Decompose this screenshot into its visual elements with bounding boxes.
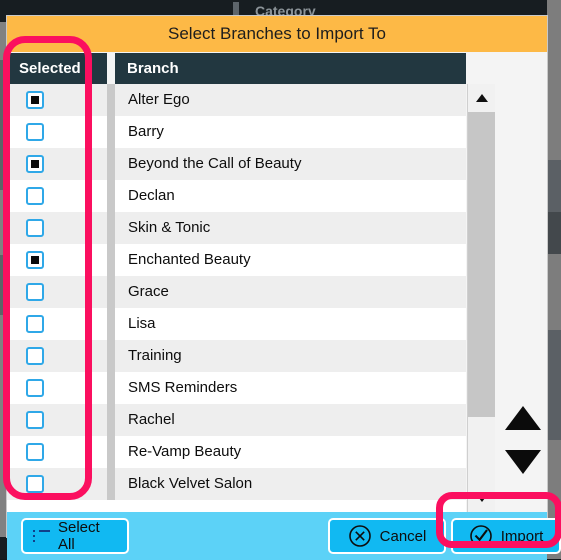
background-left-segment xyxy=(0,60,7,190)
row-divider xyxy=(107,148,115,180)
checkbox-unchecked-icon[interactable] xyxy=(26,315,44,333)
table-row[interactable]: Alter Ego xyxy=(7,84,466,116)
table-row[interactable]: Rachel xyxy=(7,404,466,436)
row-divider xyxy=(107,116,115,148)
table-row[interactable]: Training xyxy=(7,340,466,372)
list-icon xyxy=(33,529,50,543)
vertical-scrollbar[interactable] xyxy=(467,84,495,512)
row-selected-cell[interactable] xyxy=(7,148,107,180)
checkbox-unchecked-icon[interactable] xyxy=(26,187,44,205)
scrollbar-thumb[interactable] xyxy=(468,112,495,418)
checkbox-checked-icon[interactable] xyxy=(26,251,44,269)
select-branches-dialog: Select Branches to Import To Selected Br… xyxy=(7,16,561,560)
row-selected-cell[interactable] xyxy=(7,308,107,340)
row-divider xyxy=(107,180,115,212)
checkbox-unchecked-icon[interactable] xyxy=(26,283,44,301)
checkbox-unchecked-icon[interactable] xyxy=(26,475,44,493)
column-header-branch[interactable]: Branch xyxy=(115,53,466,84)
select-all-label: Select All xyxy=(58,519,100,553)
row-branch-name: Re-Vamp Beauty xyxy=(128,443,242,460)
row-branch-name: Lisa xyxy=(128,315,156,332)
table-row[interactable]: Beyond the Call of Beauty xyxy=(7,148,466,180)
nav-arrow-up-icon xyxy=(505,406,541,430)
background-right-segment xyxy=(547,160,561,212)
triangle-down-icon xyxy=(475,494,488,502)
row-branch-name: Enchanted Beauty xyxy=(128,251,251,268)
circle-x-icon xyxy=(348,525,371,547)
row-selected-cell[interactable] xyxy=(7,212,107,244)
cancel-label: Cancel xyxy=(379,527,427,545)
table-row[interactable]: Enchanted Beauty xyxy=(7,244,466,276)
nav-arrow-down-icon xyxy=(505,450,541,474)
row-selected-cell[interactable] xyxy=(7,372,107,404)
table-row[interactable]: Skin & Tonic xyxy=(7,212,466,244)
checkbox-checked-icon[interactable] xyxy=(26,155,44,173)
nav-scroll-down-button[interactable] xyxy=(505,446,541,478)
select-all-button[interactable]: Select All xyxy=(21,518,129,554)
checkbox-unchecked-icon[interactable] xyxy=(26,411,44,429)
column-header-gap xyxy=(107,53,115,84)
row-divider xyxy=(107,372,115,404)
triangle-up-icon xyxy=(475,94,488,102)
row-branch-name: Black Velvet Salon xyxy=(128,475,253,492)
nav-scroll-up-button[interactable] xyxy=(505,402,541,434)
circle-check-icon xyxy=(469,525,492,547)
row-branch-name: Skin & Tonic xyxy=(128,219,211,236)
checkbox-checked-icon[interactable] xyxy=(26,91,44,109)
row-branch-name: SMS Reminders xyxy=(128,379,238,396)
checkbox-unchecked-icon[interactable] xyxy=(26,123,44,141)
table-row[interactable]: Grace xyxy=(7,276,466,308)
row-branch-name: Beyond the Call of Beauty xyxy=(128,155,302,172)
row-divider xyxy=(107,468,115,500)
background-left-segment xyxy=(0,255,7,315)
dialog-title: Select Branches to Import To xyxy=(7,16,547,52)
table-row[interactable]: Re-Vamp Beauty xyxy=(7,436,466,468)
column-header-selected[interactable]: Selected xyxy=(7,53,107,84)
row-branch-name: Alter Ego xyxy=(128,91,190,108)
row-divider xyxy=(107,340,115,372)
table-row[interactable]: Barry xyxy=(7,116,466,148)
import-button[interactable]: Import xyxy=(451,518,561,554)
row-selected-cell[interactable] xyxy=(7,468,107,500)
table-row[interactable]: Black Velvet Salon xyxy=(7,468,466,500)
row-selected-cell[interactable] xyxy=(7,436,107,468)
row-selected-cell[interactable] xyxy=(7,340,107,372)
row-selected-cell[interactable] xyxy=(7,180,107,212)
row-branch-name: Declan xyxy=(128,187,175,204)
row-branch-name: Barry xyxy=(128,123,164,140)
row-branch-name: Training xyxy=(128,347,182,364)
row-selected-cell[interactable] xyxy=(7,404,107,436)
row-divider xyxy=(107,84,115,116)
checkbox-unchecked-icon[interactable] xyxy=(26,347,44,365)
row-selected-cell[interactable] xyxy=(7,276,107,308)
background-right-column xyxy=(547,0,561,559)
import-label: Import xyxy=(500,527,544,545)
branch-list: Alter Ego Barry Beyond the Call of Beauty D… xyxy=(7,84,466,512)
cancel-button[interactable]: Cancel xyxy=(328,518,446,554)
row-divider xyxy=(107,244,115,276)
table-row[interactable]: Lisa xyxy=(7,308,466,340)
table-row[interactable]: SMS Reminders xyxy=(7,372,466,404)
row-divider xyxy=(107,436,115,468)
row-divider xyxy=(107,212,115,244)
row-selected-cell[interactable] xyxy=(7,84,107,116)
scrollbar-down-button[interactable] xyxy=(468,484,495,512)
row-divider xyxy=(107,404,115,436)
background-right-segment xyxy=(547,330,561,440)
row-branch-name: Grace xyxy=(128,283,169,300)
row-selected-cell[interactable] xyxy=(7,244,107,276)
row-divider xyxy=(107,276,115,308)
scrollbar-up-button[interactable] xyxy=(468,84,495,112)
row-selected-cell[interactable] xyxy=(7,116,107,148)
row-divider xyxy=(107,308,115,340)
background-right-segment xyxy=(547,212,561,254)
checkbox-unchecked-icon[interactable] xyxy=(26,443,44,461)
table-row[interactable]: Declan xyxy=(7,180,466,212)
row-branch-name: Rachel xyxy=(128,411,175,428)
checkbox-unchecked-icon[interactable] xyxy=(26,219,44,237)
dialog-footer: Select All Cancel Import xyxy=(7,512,561,560)
checkbox-unchecked-icon[interactable] xyxy=(26,379,44,397)
